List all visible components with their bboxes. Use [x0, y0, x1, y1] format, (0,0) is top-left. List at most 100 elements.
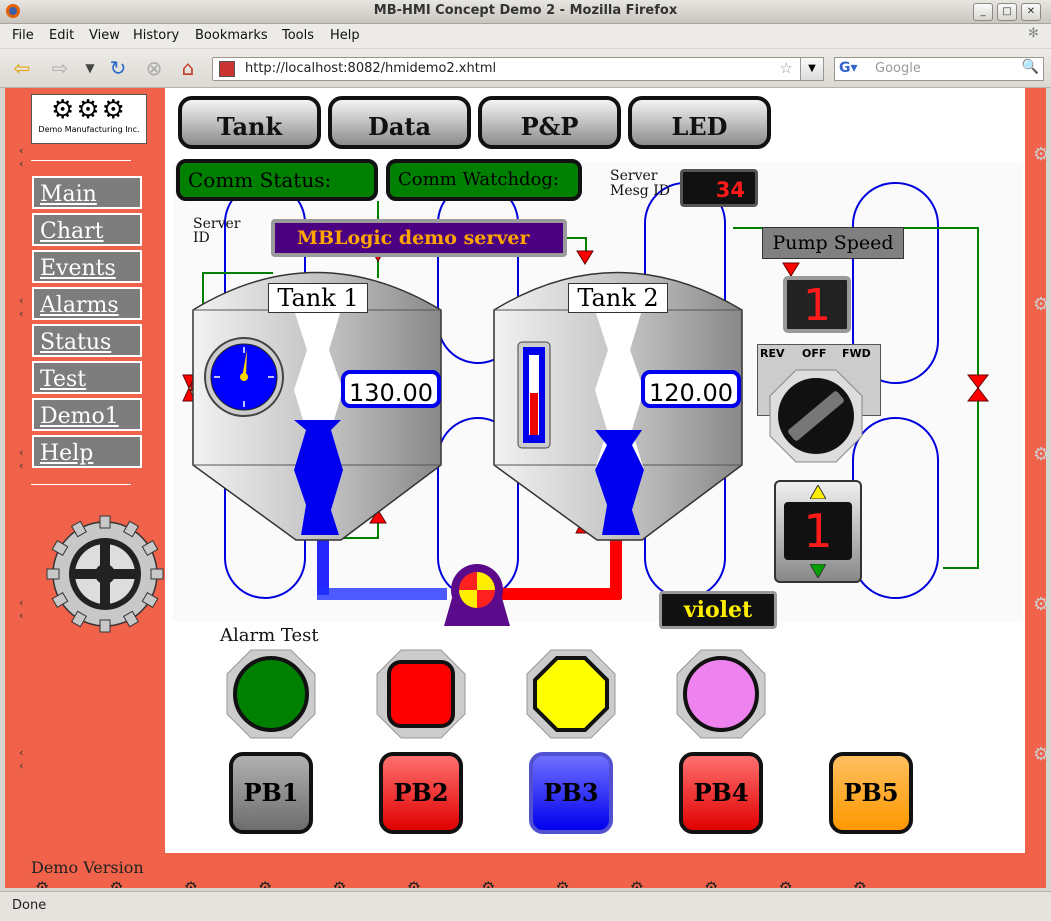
gear-edge-icon: ⚙ [1033, 294, 1046, 315]
gear-edge-icon: ‹ ‹ [19, 746, 24, 772]
url-text: http://localhost:8082/hmidemo2.xhtml [245, 61, 497, 76]
arrow-down-icon[interactable] [810, 564, 826, 578]
reload-icon[interactable]: ↻ [106, 56, 130, 80]
server-id-label: Server ID [193, 216, 241, 246]
gear-edge-icon: ‹ ‹ [19, 294, 24, 320]
tab-led[interactable]: LED [628, 96, 771, 149]
tank-1-name: Tank 1 [268, 283, 368, 313]
pilot-light-violet [676, 649, 766, 739]
history-dropdown-icon[interactable]: ▼ [78, 56, 102, 80]
tab-tank[interactable]: Tank [178, 96, 321, 149]
tank-2-value: 120.00 [641, 370, 741, 408]
maximize-button[interactable]: □ [997, 3, 1017, 21]
search-icon[interactable]: 🔍 [1022, 59, 1039, 75]
arrow-up-icon[interactable] [810, 485, 826, 499]
sidebar-item-main[interactable]: Main [32, 176, 142, 209]
status-text: Done [12, 898, 47, 913]
tab-pp[interactable]: P&P [478, 96, 621, 149]
pump-speed-stepper[interactable]: 1 [774, 480, 862, 583]
color-display: violet [659, 591, 777, 629]
forward-icon[interactable]: ⇨ [48, 56, 72, 80]
server-id-display: MBLogic demo server [271, 219, 567, 257]
gear-edge-icon: ⚙ [1033, 744, 1046, 765]
pb3-button[interactable]: PB3 [529, 752, 613, 834]
minimize-button[interactable]: _ [973, 3, 993, 21]
logo-text: Demo Manufacturing Inc. [38, 125, 140, 134]
selector-rev-label: REV [760, 347, 785, 360]
server-mesg-id-display: 34 [680, 169, 758, 207]
menu-view[interactable]: View [89, 28, 120, 43]
cogs-icon: ⚙⚙⚙ [51, 95, 127, 125]
comm-watchdog-label: Comm Watchdog: [398, 169, 559, 190]
pilot-light-red [376, 649, 466, 739]
sidebar-item-test[interactable]: Test [32, 361, 142, 394]
process-diagram: Comm Status: Comm Watchdog: Server Mesg I… [173, 159, 1023, 629]
firefox-icon[interactable] [4, 3, 22, 19]
divider [31, 484, 131, 485]
throbber-icon: ✻ [1028, 26, 1039, 41]
address-bar[interactable]: http://localhost:8082/hmidemo2.xhtml ☆ [212, 57, 802, 81]
alarm-test-label: Alarm Test [220, 625, 319, 646]
gear-edge-icon: ‹ ‹ [19, 596, 24, 622]
gear-border-icon: ⚙⚙⚙⚙⚙⚙⚙⚙⚙⚙⚙⚙ [35, 878, 928, 888]
bookmark-star-icon[interactable]: ☆ [780, 59, 793, 77]
pump-speed-display: 1 [783, 276, 851, 333]
url-dropdown-button[interactable]: ▼ [800, 57, 824, 81]
pilot-light-green [226, 649, 316, 739]
window-title: MB-HMI Concept Demo 2 - Mozilla Firefox [373, 3, 678, 18]
home-icon[interactable]: ⌂ [176, 56, 200, 80]
gear-edge-icon: ⚙ [1033, 144, 1046, 165]
google-icon[interactable]: G▾ [839, 60, 858, 76]
thermometer-icon [517, 341, 551, 449]
gear-icon [46, 515, 164, 633]
tank-2-name: Tank 2 [568, 283, 668, 313]
search-input[interactable]: G▾ Google 🔍 [834, 57, 1044, 81]
status-bar: Done [0, 891, 1051, 921]
pump-speed-label: Pump Speed [762, 227, 904, 259]
main-content: Tank Data P&P LED Comm Status: Comm Watc… [165, 88, 1025, 853]
tank-1-value: 130.00 [341, 370, 441, 408]
page-body: ‹ ‹ ‹ ‹ ‹ ‹ ‹ ‹ ‹ ‹ ⚙⚙⚙ Demo Manufacturing In… [5, 88, 1046, 888]
sidebar-item-help[interactable]: Help [32, 435, 142, 468]
pb4-button[interactable]: PB4 [679, 752, 763, 834]
menu-bar: File Edit View History Bookmarks Tools H… [0, 24, 1051, 48]
sidebar-item-status[interactable]: Status [32, 324, 142, 357]
menu-help[interactable]: Help [330, 28, 360, 43]
search-placeholder: Google [875, 61, 921, 76]
comm-status-indicator: Comm Status: [176, 159, 378, 201]
company-logo: ⚙⚙⚙ Demo Manufacturing Inc. [31, 94, 147, 144]
gear-edge-icon: ⚙ [1033, 594, 1046, 615]
sidebar-item-events[interactable]: Events [32, 250, 142, 283]
menu-edit[interactable]: Edit [49, 28, 74, 43]
selector-fwd-label: FWD [842, 347, 871, 360]
pb5-button[interactable]: PB5 [829, 752, 913, 834]
pb1-button[interactable]: PB1 [229, 752, 313, 834]
divider [31, 160, 131, 161]
sidebar-item-demo1[interactable]: Demo1 [32, 398, 142, 431]
comm-watchdog-indicator: Comm Watchdog: [386, 159, 582, 201]
menu-bookmarks[interactable]: Bookmarks [195, 28, 268, 43]
close-button[interactable]: ✕ [1021, 3, 1041, 21]
back-icon[interactable]: ⇦ [10, 56, 34, 80]
server-mesg-id-label: Server Mesg ID [610, 168, 670, 199]
sidebar-item-chart[interactable]: Chart [32, 213, 142, 246]
gear-edge-icon: ‹ ‹ [19, 446, 24, 472]
stepper-value: 1 [784, 502, 852, 560]
site-favicon-icon [219, 61, 235, 77]
tab-data[interactable]: Data [328, 96, 471, 149]
gear-edge-icon: ⚙ [1033, 444, 1046, 465]
sidebar-item-alarms[interactable]: Alarms [32, 287, 142, 320]
pump-icon [444, 564, 510, 626]
window-titlebar: MB-HMI Concept Demo 2 - Mozilla Firefox … [0, 0, 1051, 24]
menu-file[interactable]: File [12, 28, 34, 43]
selector-off-label: OFF [802, 347, 827, 360]
stop-icon[interactable]: ⊗ [142, 56, 166, 80]
pilot-light-yellow [526, 649, 616, 739]
demo-version-text: Demo Version [31, 858, 144, 877]
selector-knob-icon[interactable] [768, 368, 864, 464]
pb2-button[interactable]: PB2 [379, 752, 463, 834]
comm-status-label: Comm Status: [188, 168, 332, 192]
menu-history[interactable]: History [133, 28, 179, 43]
menu-tools[interactable]: Tools [282, 28, 314, 43]
gauge-icon [204, 337, 284, 417]
